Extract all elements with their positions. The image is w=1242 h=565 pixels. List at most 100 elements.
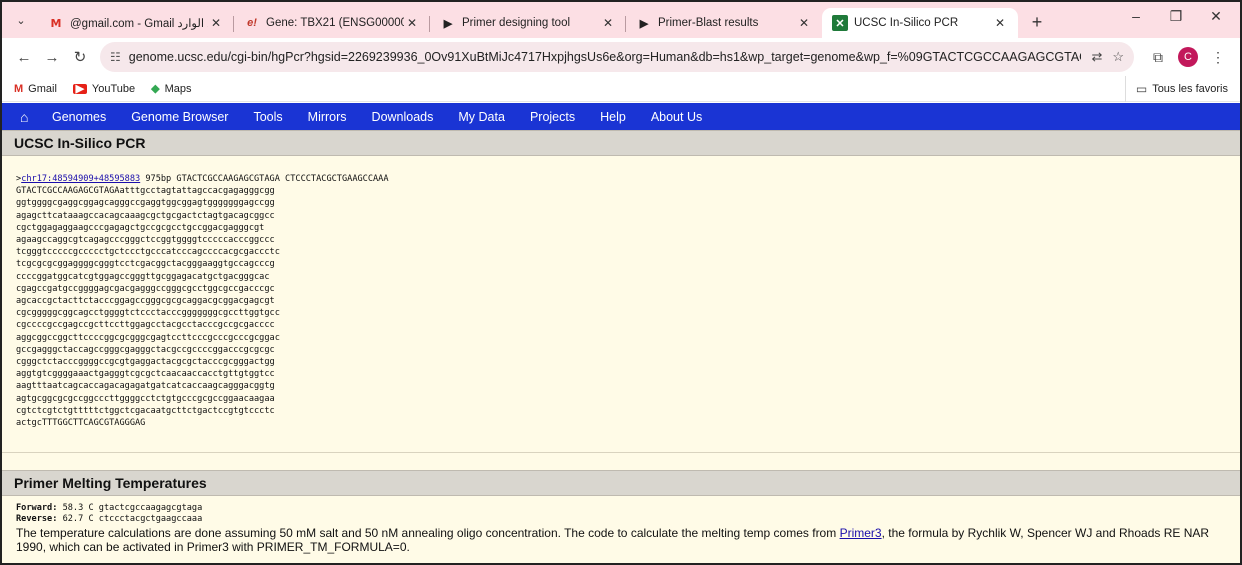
sequence-line: cgctggagaggaagcccgagagctgccgcgcctgccggac…	[16, 222, 265, 233]
translate-icon[interactable]: ⇄	[1091, 49, 1102, 65]
ncbi-icon: ▶	[639, 17, 649, 30]
all-bookmarks-label: Tous les favoris	[1152, 83, 1228, 95]
nav-my-data[interactable]: My Data	[458, 110, 505, 124]
folder-icon: ▭	[1135, 82, 1148, 96]
bookmark-label: Maps	[164, 82, 192, 95]
tab-ensembl[interactable]: e! Gene: TBX21 (ENSG000007380 ✕	[234, 8, 430, 38]
forward-tm-line: Forward: 58.3 C gtactcgccaagagcgtaga	[16, 503, 1240, 514]
address-bar[interactable]: ☷ genome.ucsc.edu/cgi-bin/hgPcr?hgsid=22…	[100, 42, 1134, 72]
browser-window: ⌄ M @gmail.com - Gmail البريد الوارد ✕ e…	[0, 0, 1242, 565]
bookmark-label: YouTube	[91, 82, 136, 95]
ucsc-nav-bar: ⌂ Genomes Genome Browser Tools Mirrors D…	[2, 103, 1240, 130]
extensions-icon[interactable]: ⧉	[1144, 49, 1172, 66]
sequence-line: actgcTTTGGCTTCAGCGTAGGGAG	[16, 418, 146, 429]
sequence-line: cgcgggggcggcagcctggggtctccctacccgggggggc…	[16, 308, 280, 319]
sequence-line: tcgggtcccccgccccctgctccctgcccatcccagcccc…	[16, 247, 280, 258]
avatar[interactable]: C	[1178, 47, 1198, 67]
back-button[interactable]: ←	[10, 43, 38, 71]
sequence-line: agagcttcataaagccacagcaaagcgctgcgactctagt…	[16, 210, 275, 221]
pcr-header-line: >chr17:48594909+48595883 975bp GTACTCGCC…	[16, 174, 389, 184]
sequence-line: aggtgtcggggaaactgagggtcgcgctcaacaaccacct…	[16, 369, 275, 380]
tab-primer-tool[interactable]: ▶ Primer designing tool ✕	[430, 8, 626, 38]
reverse-tm-line: Reverse: 62.7 C ctccctacgctgaagccaaa	[16, 514, 1240, 525]
bookmark-label: Gmail	[28, 82, 57, 95]
close-icon[interactable]: ✕	[600, 16, 616, 30]
site-info-icon[interactable]: ☷	[110, 50, 121, 64]
new-tab-button[interactable]: +	[1024, 9, 1050, 35]
restore-icon[interactable]: ❐	[1156, 8, 1196, 25]
nav-genome-browser[interactable]: Genome Browser	[131, 110, 228, 124]
gmail-icon: M	[50, 16, 62, 30]
window-controls: – ❐ ✕	[1116, 8, 1236, 25]
sequence-line: GTACTCGCCAAGAGCGTAGAatttgcctagtattagccac…	[16, 186, 275, 197]
tab-title: Gene: TBX21 (ENSG000007380	[266, 17, 404, 29]
close-icon[interactable]: ✕	[208, 16, 224, 30]
tab-gmail[interactable]: M @gmail.com - Gmail البريد الوارد ✕	[38, 8, 234, 38]
sequence-line: cgggctctacccggggccgcgtgaggactacgcgctaccc…	[16, 357, 275, 368]
sequence-line: agaagccaggcgtcagagcccgggctccggtggggtcccc…	[16, 235, 275, 246]
tm-note-text: The temperature calculations are done as…	[16, 526, 840, 540]
close-icon[interactable]: ✕	[992, 16, 1008, 30]
forward-button[interactable]: →	[38, 43, 66, 71]
maps-icon: ◆	[151, 83, 160, 95]
sequence-line: cgccccgccgagccgcttccttggagcctacgcctacccg…	[16, 320, 275, 331]
tab-primer-blast[interactable]: ▶ Primer-Blast results ✕	[626, 8, 822, 38]
sequence-line: tcgcgcgcggaggggcgggtcctcgacggctacgggaagg…	[16, 259, 275, 270]
tab-title: @gmail.com - Gmail البريد الوارد	[70, 18, 208, 30]
more-menu-icon[interactable]: ⋮	[1204, 49, 1232, 66]
nav-about-us[interactable]: About Us	[651, 110, 702, 124]
bookmark-gmail[interactable]: M Gmail	[14, 83, 57, 95]
pcr-sequence: GTACTCGCCAAGAGCGTAGAatttgcctagtattagccac…	[16, 185, 1240, 429]
tm-note: The temperature calculations are done as…	[16, 526, 1240, 554]
sequence-line: cgtctcgtctgtttttctggctcgacaatgcttctgactc…	[16, 405, 275, 416]
nav-downloads[interactable]: Downloads	[372, 110, 434, 124]
sequence-line: agcaccgctacttctacccggagccgggcgcgcaggacgc…	[16, 296, 275, 307]
ensembl-icon: e!	[247, 17, 257, 29]
page-content: UCSC In-Silico PCR >chr17:48594909+48595…	[2, 130, 1240, 563]
bookmark-youtube[interactable]: ▶ YouTube	[72, 82, 136, 95]
tm-result: Forward: 58.3 C gtactcgccaagagcgtaga Rev…	[2, 496, 1240, 554]
section-divider	[2, 452, 1240, 470]
sequence-line: ggtggggcgaggcggagcagggccgaggtggcggagtggg…	[16, 198, 275, 209]
sequence-line: agtgcggcgcgccggcccttggggcctctgtgcccgcgcc…	[16, 393, 275, 404]
toolbar-actions: ⧉ C ⋮	[1144, 47, 1232, 67]
all-bookmarks[interactable]: ▭ Tous les favoris	[1124, 76, 1228, 102]
bookmark-star-icon[interactable]: ☆	[1112, 49, 1124, 65]
sequence-line: ccccggatggcatcgtggagccgggttgcggagacatgct…	[16, 271, 270, 282]
tab-strip: ⌄ M @gmail.com - Gmail البريد الوارد ✕ e…	[2, 2, 1240, 38]
nav-help[interactable]: Help	[600, 110, 626, 124]
tab-title: UCSC In-Silico PCR	[854, 17, 959, 29]
url-text[interactable]: genome.ucsc.edu/cgi-bin/hgPcr?hgsid=2269…	[129, 50, 1082, 64]
sequence-line: aggcggccggcttccccggcgcgggcgagtccttcccgcc…	[16, 332, 280, 343]
close-icon[interactable]: ✕	[404, 16, 420, 30]
close-window-icon[interactable]: ✕	[1196, 8, 1236, 25]
reverse-label: Reverse:	[16, 514, 58, 524]
gmail-icon: M	[14, 82, 24, 95]
primer3-link[interactable]: Primer3	[840, 526, 882, 540]
sequence-line: cgagccgatgccggggagcgacgagggccgggcgcctggc…	[16, 283, 275, 294]
tab-title: Primer designing tool	[462, 17, 571, 29]
nav-mirrors[interactable]: Mirrors	[308, 110, 347, 124]
nav-tools[interactable]: Tools	[253, 110, 282, 124]
reload-button[interactable]: ↻	[66, 43, 94, 71]
minimize-icon[interactable]: –	[1116, 8, 1156, 25]
nav-projects[interactable]: Projects	[530, 110, 575, 124]
primer-tool-icon: ▶	[443, 17, 453, 30]
sequence-line: aagtttaatcagcaccagacagagatgatcatcaccaagc…	[16, 381, 275, 392]
pcr-header-info: 975bp GTACTCGCCAAGAGCGTAGA CTCCCTACGCTGA…	[140, 174, 389, 184]
close-icon[interactable]: ✕	[796, 16, 812, 30]
tab-ucsc-pcr[interactable]: ✕ UCSC In-Silico PCR ✕	[822, 8, 1018, 38]
nav-genomes[interactable]: Genomes	[52, 110, 106, 124]
tm-section-title: Primer Melting Temperatures	[2, 470, 1240, 496]
bookmark-maps[interactable]: ◆ Maps	[151, 82, 192, 96]
forward-label: Forward:	[16, 503, 58, 513]
reverse-value: 62.7 C ctccctacgctgaagccaaa	[57, 514, 203, 524]
bookmarks-bar: M Gmail ▶ YouTube ◆ Maps ▭ Tous les favo…	[2, 76, 1240, 102]
ucsc-icon: ✕	[832, 15, 848, 31]
home-icon[interactable]: ⌂	[14, 109, 52, 125]
locus-link[interactable]: chr17:48594909+48595883	[21, 174, 140, 184]
tab-title: Primer-Blast results	[658, 17, 759, 29]
browser-toolbar: ← → ↻ ☷ genome.ucsc.edu/cgi-bin/hgPcr?hg…	[2, 38, 1240, 76]
tab-search-icon[interactable]: ⌄	[10, 9, 32, 31]
youtube-icon: ▶	[72, 83, 87, 95]
